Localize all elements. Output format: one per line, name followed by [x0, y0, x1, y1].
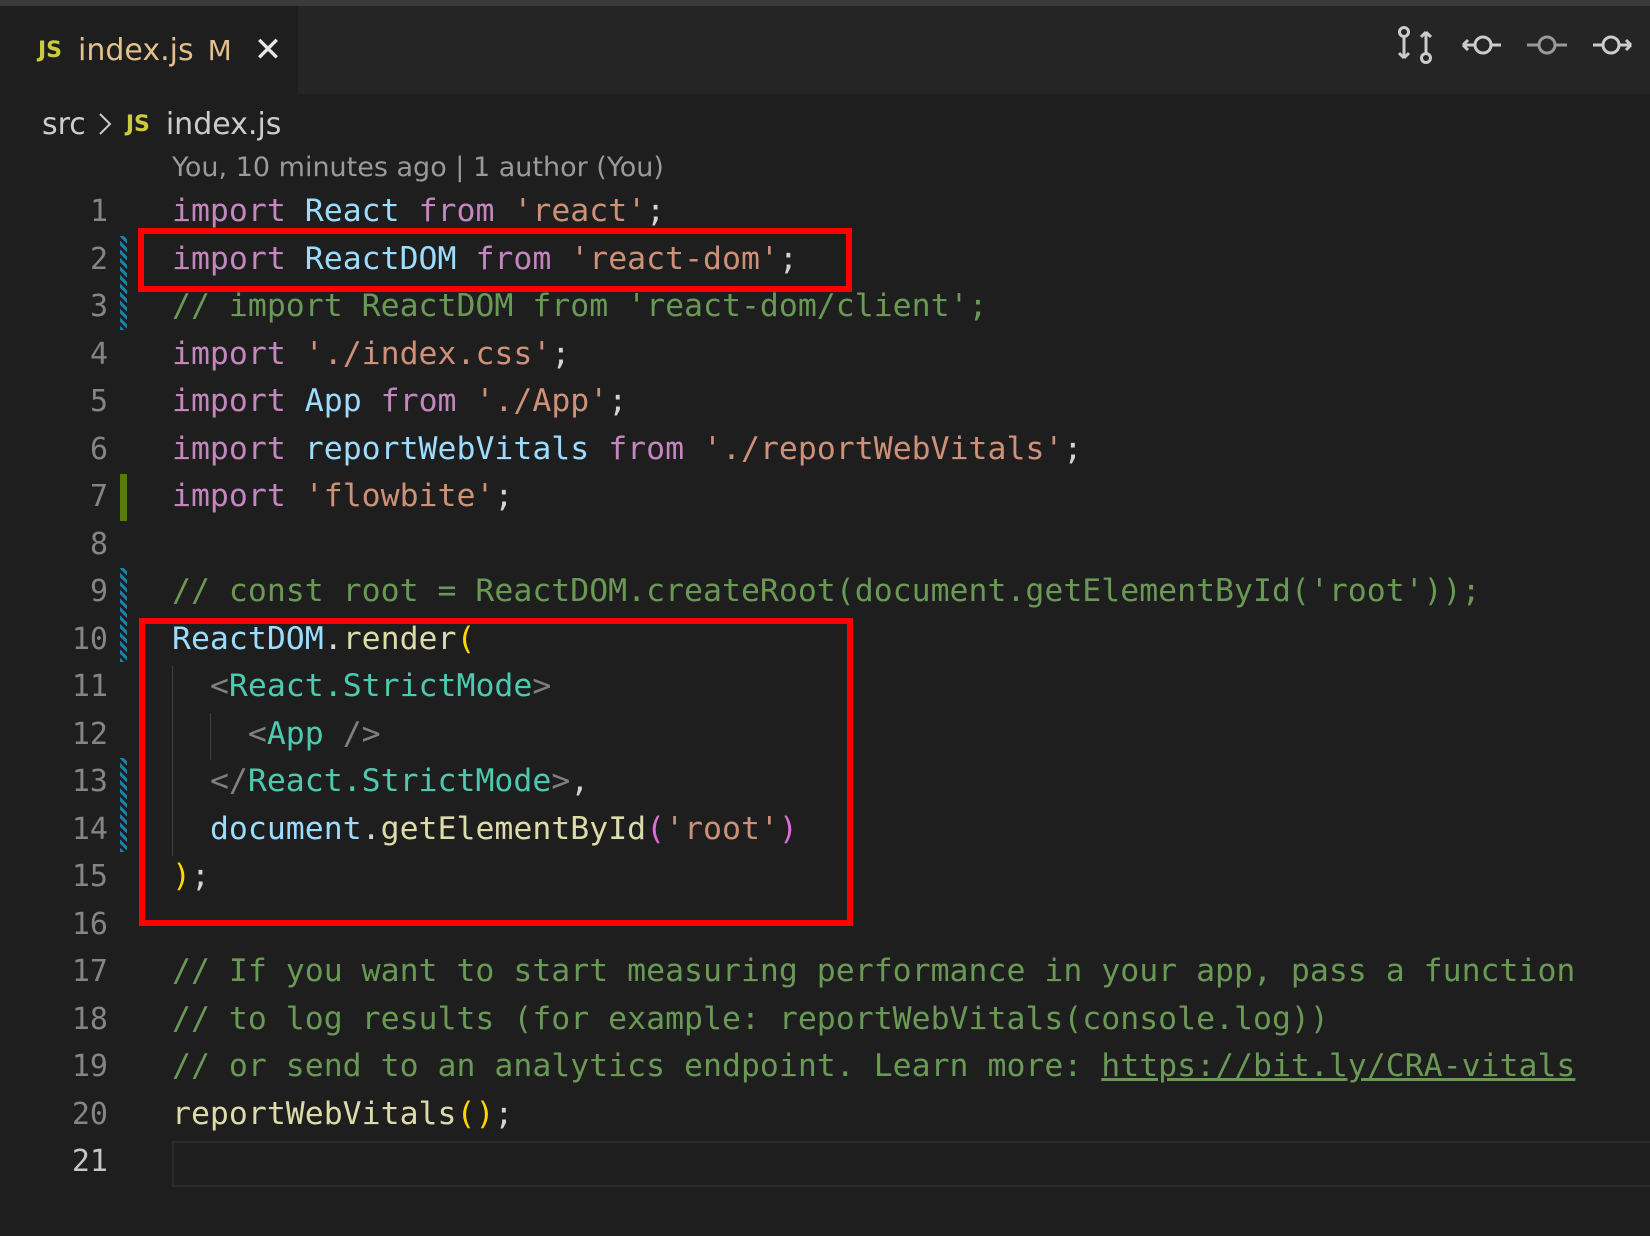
code-comment: // to log results (for example: reportWe…	[172, 1000, 1329, 1037]
current-change-icon[interactable]	[1524, 22, 1570, 68]
line-number: 11	[71, 669, 108, 704]
code-comment: // or send to an analytics endpoint. Lea…	[172, 1048, 1576, 1084]
js-file-icon: JS	[125, 111, 150, 137]
go-to-next-change-icon[interactable]	[1590, 22, 1636, 68]
comment-link[interactable]: https://bit.ly/CRA-vitals	[1101, 1048, 1575, 1084]
line-number: 5	[89, 384, 108, 419]
line-number: 21	[71, 1144, 108, 1179]
line-number: 6	[89, 431, 108, 467]
code-line: 15 );	[0, 853, 1650, 901]
code-text: import reportWebVitals from './reportWeb…	[172, 430, 1083, 467]
code-line: 2 import ReactDOM from 'react-dom';	[0, 236, 1650, 284]
code-line: 1 import React from 'react';	[0, 188, 1650, 236]
go-to-previous-change-icon[interactable]	[1458, 22, 1504, 68]
code-text: <React.StrictMode>	[209, 668, 552, 704]
code-text: import 'flowbite';	[172, 478, 514, 514]
code-line: 18 // to log results (for example: repor…	[0, 996, 1650, 1044]
code-text: import App from './App';	[172, 383, 628, 419]
code-comment: // const root = ReactDOM.createRoot(docu…	[172, 573, 1481, 609]
code-text: ReactDOM.render(	[172, 620, 476, 657]
line-number: 14	[71, 811, 108, 847]
code-line: 4 import './index.css';	[0, 331, 1650, 379]
line-number: 2	[89, 241, 108, 277]
code-line: 14 document.getElementById('root')	[0, 806, 1650, 854]
js-file-icon: JS	[38, 37, 63, 63]
line-number: 15	[71, 859, 108, 894]
line-number: 3	[89, 289, 108, 324]
code-line: 8	[0, 521, 1650, 569]
line-number: 16	[71, 906, 108, 942]
line-number: 7	[89, 479, 108, 514]
line-number: 4	[89, 336, 108, 372]
code-line: 20 reportWebVitals();	[0, 1091, 1650, 1139]
breadcrumb: src JS index.js	[42, 100, 281, 148]
code-line: 6 import reportWebVitals from './reportW…	[0, 426, 1650, 474]
line-number: 18	[71, 1001, 108, 1037]
code-line: 10 ReactDOM.render(	[0, 616, 1650, 664]
code-text: <App />	[247, 715, 381, 752]
tab-filename: index.js	[78, 32, 194, 68]
code-line: 7 import 'flowbite';	[0, 473, 1650, 521]
code-line: 12 <App />	[0, 711, 1650, 759]
code-comment: // If you want to start measuring perfor…	[172, 953, 1576, 989]
code-line: 11 <React.StrictMode>	[0, 663, 1650, 711]
editor-actions	[1392, 22, 1636, 68]
chevron-right-icon	[98, 112, 112, 136]
line-number: 8	[89, 526, 108, 562]
code-line: 13 </React.StrictMode>,	[0, 758, 1650, 806]
code-text: document.getElementById('root')	[209, 810, 798, 847]
code-text: import './index.css';	[172, 335, 571, 372]
line-number: 13	[71, 764, 108, 799]
breadcrumb-file[interactable]: index.js	[166, 107, 282, 142]
code-line: 3 // import ReactDOM from 'react-dom/cli…	[0, 283, 1650, 331]
code-text: </React.StrictMode>,	[209, 763, 590, 799]
code-line: 19 // or send to an analytics endpoint. …	[0, 1043, 1650, 1091]
tab-index-js[interactable]: JS index.js M ✕	[0, 6, 298, 94]
tab-modified-badge: M	[207, 33, 232, 67]
code-text: import ReactDOM from 'react-dom';	[172, 240, 798, 277]
line-number: 10	[71, 621, 108, 657]
open-changes-icon[interactable]	[1392, 22, 1438, 68]
line-number: 1	[89, 194, 108, 229]
code-text: reportWebVitals();	[172, 1095, 514, 1132]
code-text: import React from 'react';	[172, 193, 666, 229]
line-number: 19	[71, 1049, 108, 1084]
breadcrumb-folder[interactable]: src	[42, 107, 86, 142]
close-icon[interactable]: ✕	[254, 30, 283, 70]
line-number: 17	[71, 954, 108, 989]
code-line: 9 // const root = ReactDOM.createRoot(do…	[0, 568, 1650, 616]
git-blame-codelens[interactable]: You, 10 minutes ago | 1 author (You)	[172, 152, 664, 183]
line-number: 9	[89, 574, 108, 609]
code-line: 21	[0, 1138, 1650, 1186]
code-comment: // import ReactDOM from 'react-dom/clien…	[172, 288, 988, 324]
code-line: 5 import App from './App';	[0, 378, 1650, 426]
line-number: 12	[71, 716, 108, 752]
line-number: 20	[71, 1096, 108, 1132]
code-line: 16	[0, 901, 1650, 949]
code-line: 17 // If you want to start measuring per…	[0, 948, 1650, 996]
code-text: );	[172, 858, 210, 894]
